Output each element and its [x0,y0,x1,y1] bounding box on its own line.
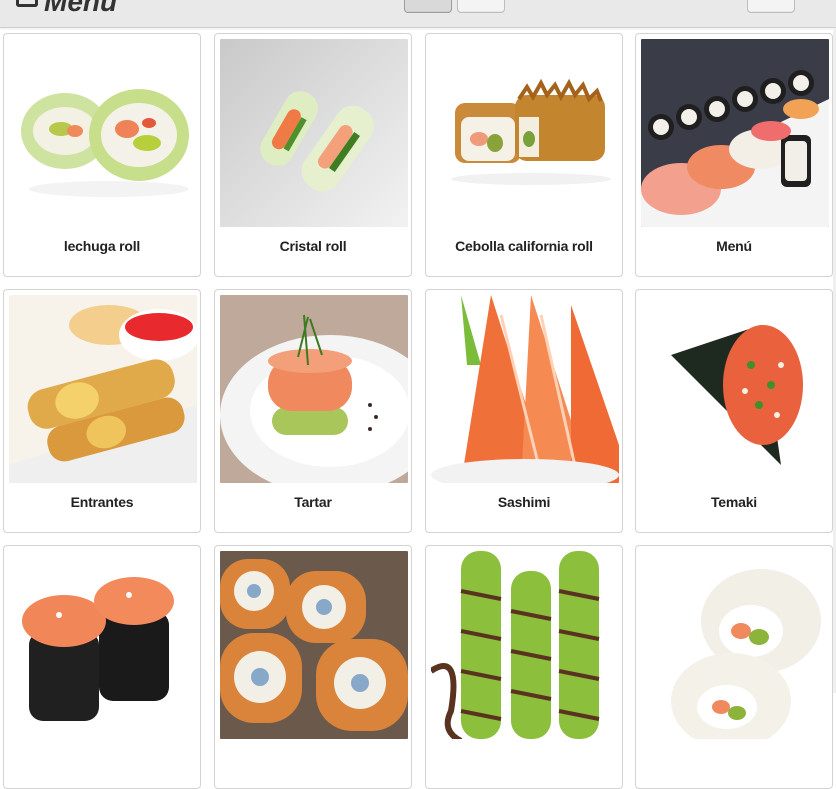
toolbar-button-1[interactable] [404,0,452,13]
card-label: Cristal roll [279,238,347,254]
card-label: Sashimi [497,494,551,510]
app-title: Menú [44,0,118,17]
card-label: Menú [716,238,752,254]
card-label: Tartar [294,494,332,510]
app-brand[interactable]: Menú [16,0,117,18]
product-grid: lechuga roll Cristal roll Cebolla califo… [0,29,836,789]
temaki-cone-image [641,295,829,483]
avocado-eel-rolls-image [431,551,619,739]
card-label: Cebolla california roll [455,238,593,254]
california-roll-image [641,551,829,739]
product-card[interactable]: lechuga roll [3,33,201,277]
gunkan-salmon-image [9,551,197,739]
product-card[interactable]: Cristal roll [214,33,412,277]
product-card[interactable]: Menú [635,33,833,277]
card-label: Entrantes [70,494,134,510]
product-card[interactable] [635,545,833,789]
crystal-roll-image [220,39,408,227]
product-card[interactable]: Temaki [635,289,833,533]
spring-rolls-image [9,295,197,483]
sushi-platter-image [641,39,829,227]
card-label: Temaki [710,494,757,510]
salmon-sashimi-image [431,295,619,483]
toolbar-button-2[interactable] [457,0,505,13]
fried-rolls-image [220,551,408,739]
toolbar-button-3[interactable] [747,0,795,13]
card-label: lechuga roll [63,238,141,254]
salmon-tartar-image [220,295,408,483]
product-card[interactable]: Sashimi [425,289,623,533]
product-card[interactable] [214,545,412,789]
lettuce-roll-image [9,39,197,227]
tablet-icon [16,0,38,7]
product-card[interactable] [3,545,201,789]
top-toolbar: Menú [0,0,836,28]
product-card[interactable]: Tartar [214,289,412,533]
product-card[interactable]: Cebolla california roll [425,33,623,277]
onion-california-roll-image [431,39,619,227]
product-card[interactable]: Entrantes [3,289,201,533]
product-card[interactable] [425,545,623,789]
